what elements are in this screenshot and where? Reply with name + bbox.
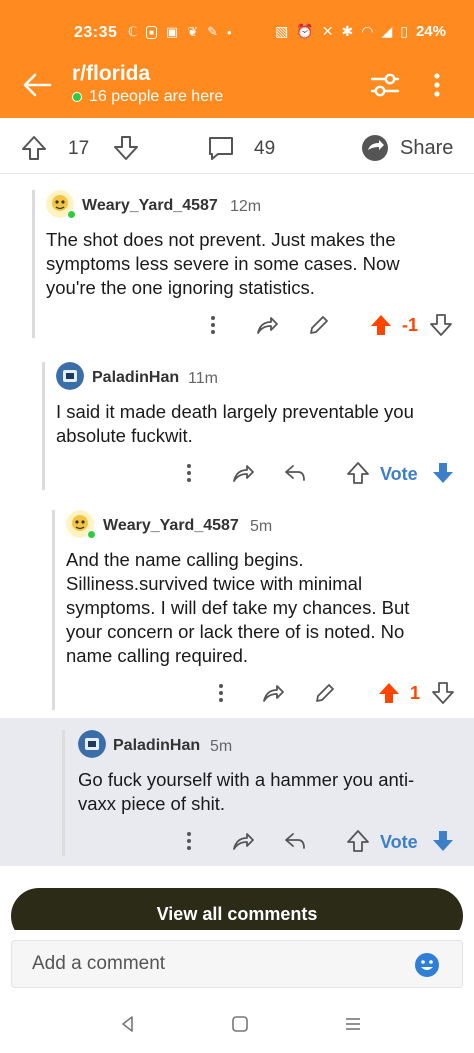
back-arrow-icon[interactable] [20, 68, 54, 102]
upvote-icon[interactable] [368, 312, 394, 338]
online-indicator: 16 people are here [72, 88, 223, 106]
comment-body: And the name calling begins. Silliness.s… [66, 549, 410, 666]
add-comment-box[interactable] [11, 940, 463, 988]
downvote-icon[interactable] [430, 460, 456, 486]
status-notification-icons: ℂ ■ ▣ ❦ ✎ • [128, 24, 232, 40]
comment-body: I said it made death largely preventable… [56, 401, 414, 446]
avatar[interactable] [56, 362, 84, 390]
thread-line [52, 510, 55, 710]
comment-icon[interactable] [207, 134, 235, 162]
battery-icon: ▯ [400, 23, 408, 39]
thread-line [32, 190, 35, 338]
online-count: 16 people are here [89, 88, 224, 105]
more-vertical-icon[interactable] [200, 312, 226, 338]
downvote-icon[interactable] [430, 828, 456, 854]
post-score: 17 [68, 138, 90, 159]
mute-icon: ✕ [321, 23, 334, 39]
more-vertical-icon[interactable] [176, 828, 202, 854]
message-icon: ▣ [165, 24, 179, 39]
thread-line [42, 362, 45, 490]
pin-icon: ✎ [207, 24, 219, 39]
share-icon[interactable] [360, 133, 390, 163]
edit-pencil-icon[interactable] [312, 680, 338, 706]
post-action-bar: 17 49 Share [0, 124, 474, 174]
share-arrow-icon[interactable] [260, 680, 286, 706]
battery-level: 24% [415, 23, 446, 40]
subreddit-title[interactable]: r/florida [72, 62, 150, 86]
online-status-dot [87, 530, 96, 539]
online-dot [72, 92, 82, 102]
status-bar: 23:35 ℂ ■ ▣ ❦ ✎ • ▧ ⏰ ✕ ✱ ◠ ◢ ▯ 24% [0, 20, 474, 46]
more-vertical-icon[interactable] [208, 680, 234, 706]
share-arrow-icon[interactable] [230, 460, 256, 486]
more-vertical-icon[interactable] [176, 460, 202, 486]
reply-icon[interactable] [282, 460, 308, 486]
downvote-icon[interactable] [430, 680, 456, 706]
filter-icon[interactable] [368, 68, 402, 102]
share-arrow-icon[interactable] [254, 312, 280, 338]
comment-author[interactable]: Weary_Yard_4587 [103, 517, 239, 535]
share-arrow-icon[interactable] [230, 828, 256, 854]
downvote-icon[interactable] [112, 134, 140, 162]
comment-count: 49 [254, 138, 276, 159]
comment-composer [0, 930, 474, 1000]
dot-icon: • [227, 24, 232, 40]
comment-body: Go fuck yourself with a hammer you anti-… [78, 769, 415, 814]
share-button[interactable]: Share [400, 137, 453, 160]
link-icon: ℂ [128, 24, 138, 39]
nav-back-icon[interactable] [118, 1014, 138, 1034]
wifi-icon: ◠ [361, 23, 374, 39]
more-vertical-icon[interactable] [426, 68, 448, 102]
comment-body: The shot does not prevent. Just makes th… [46, 229, 400, 298]
upvote-icon[interactable] [376, 680, 402, 706]
emoji-icon[interactable] [414, 952, 440, 978]
comment-time: 12m [230, 198, 262, 215]
comment-author[interactable]: PaladinHan [92, 369, 179, 387]
vote-label: Vote [380, 464, 418, 484]
comment-score: 1 [410, 683, 421, 703]
signal-icon: ◢ [381, 23, 393, 39]
add-comment-input[interactable] [32, 951, 392, 977]
status-time: 23:35 [74, 24, 118, 41]
header-bar: 23:35 ℂ ■ ▣ ❦ ✎ • ▧ ⏰ ✕ ✱ ◠ ◢ ▯ 24% r/fl… [0, 0, 474, 118]
upvote-icon[interactable] [20, 134, 48, 162]
nav-recents-icon[interactable] [343, 1014, 363, 1034]
comment-time: 5m [210, 738, 233, 755]
comment-score: -1 [402, 315, 419, 335]
downvote-icon[interactable] [428, 312, 454, 338]
comment-time: 11m [188, 370, 218, 387]
online-status-dot [67, 210, 76, 219]
comment-time: 5m [250, 518, 273, 535]
thread-line [62, 730, 65, 856]
comment-author[interactable]: PaladinHan [113, 737, 200, 755]
nav-home-icon[interactable] [230, 1014, 250, 1034]
upvote-icon[interactable] [345, 460, 371, 486]
alarm-icon: ⏰ [296, 23, 314, 39]
vote-label: Vote [380, 832, 418, 852]
app-badge-icon: ■ [146, 25, 157, 39]
avatar[interactable] [78, 730, 106, 758]
reply-icon[interactable] [282, 828, 308, 854]
status-system-icons: ▧ ⏰ ✕ ✱ ◠ ◢ ▯ 24% [275, 23, 446, 40]
upvote-icon[interactable] [345, 828, 371, 854]
nfc-icon: ▧ [275, 23, 289, 39]
edit-pencil-icon[interactable] [306, 312, 332, 338]
system-nav-bar [0, 1000, 474, 1053]
bluetooth-icon: ✱ [341, 23, 354, 39]
leaf-icon: ❦ [187, 24, 199, 39]
comment-author[interactable]: Weary_Yard_4587 [82, 197, 218, 215]
